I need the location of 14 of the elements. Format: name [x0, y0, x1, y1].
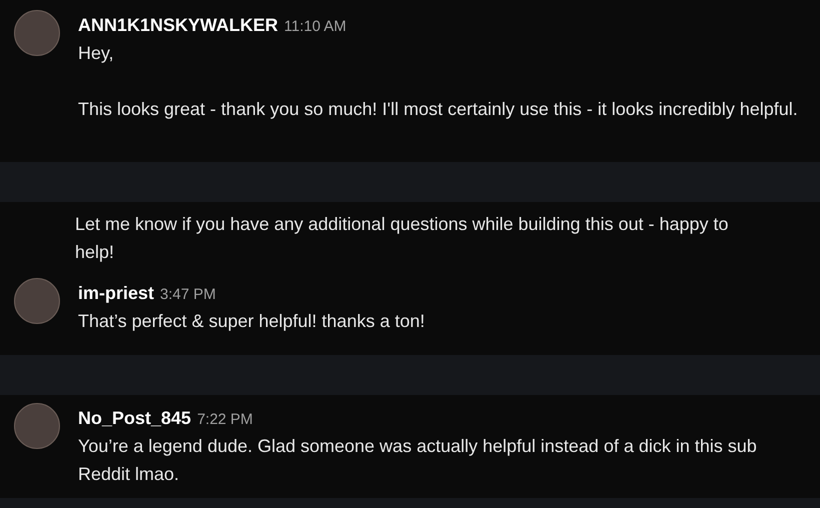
message-text: This looks great - thank you so much! I'll most certainly use this - it looks incredibly helpful.: [78, 98, 798, 121]
message-text: You’re a legend dude. Glad someone was actually helpful instead of a dick in this sub Reddit lmao.: [78, 434, 758, 486]
avatar[interactable]: [14, 10, 60, 56]
timestamp: 7:22 PM: [197, 410, 253, 430]
avatar[interactable]: [14, 403, 60, 449]
username[interactable]: No_Post_845: [78, 405, 192, 431]
username[interactable]: ANN1K1NSKYWALKER: [78, 12, 278, 38]
timestamp: 3:47 PM: [160, 285, 216, 305]
message-text: That’s perfect & super helpful! thanks a ton!: [78, 310, 425, 333]
avatar[interactable]: [14, 278, 60, 324]
timestamp: 11:10 AM: [284, 17, 346, 37]
message-text: Hey,: [78, 42, 115, 65]
username[interactable]: im-priest: [78, 280, 154, 306]
message-text: Let me know if you have any additional questions while building this out - happy to help!: [75, 213, 730, 264]
